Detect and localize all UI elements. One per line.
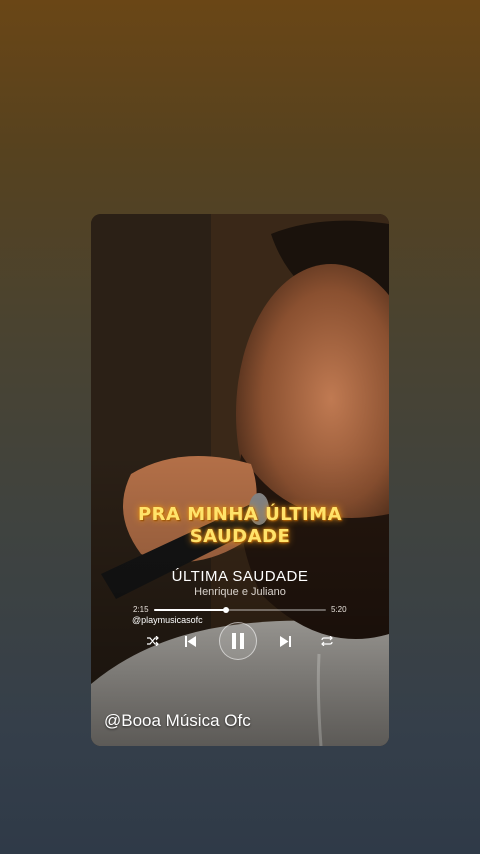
shuffle-icon[interactable] xyxy=(146,634,160,648)
song-artist: Henrique e Juliano xyxy=(194,586,286,598)
current-time: 2:15 xyxy=(133,605,149,614)
progress-bar[interactable] xyxy=(154,607,326,613)
pause-button[interactable] xyxy=(219,622,257,660)
performer-photo xyxy=(91,214,389,746)
total-time: 5:20 xyxy=(331,605,347,614)
pause-icon xyxy=(220,623,256,659)
song-title: ÚLTIMA SAUDADE xyxy=(171,568,309,585)
progress-fill xyxy=(154,609,227,611)
previous-icon[interactable] xyxy=(182,633,198,649)
lyrics-line-2: SAUDADE xyxy=(189,526,291,547)
channel-handle: @playmusicasofc xyxy=(132,615,203,625)
lyrics-line-1: PRA MINHA ÚLTIMA xyxy=(137,504,343,525)
repeat-icon[interactable] xyxy=(320,634,334,648)
next-icon[interactable] xyxy=(277,633,293,649)
watermark-text: @Booa Música Ofc xyxy=(104,711,251,730)
lyrics-caption: PRA MINHA ÚLTIMA SAUDADE xyxy=(91,504,389,548)
video-card[interactable]: PRA MINHA ÚLTIMA SAUDADE ÚLTIMA SAUDADE … xyxy=(91,214,389,746)
